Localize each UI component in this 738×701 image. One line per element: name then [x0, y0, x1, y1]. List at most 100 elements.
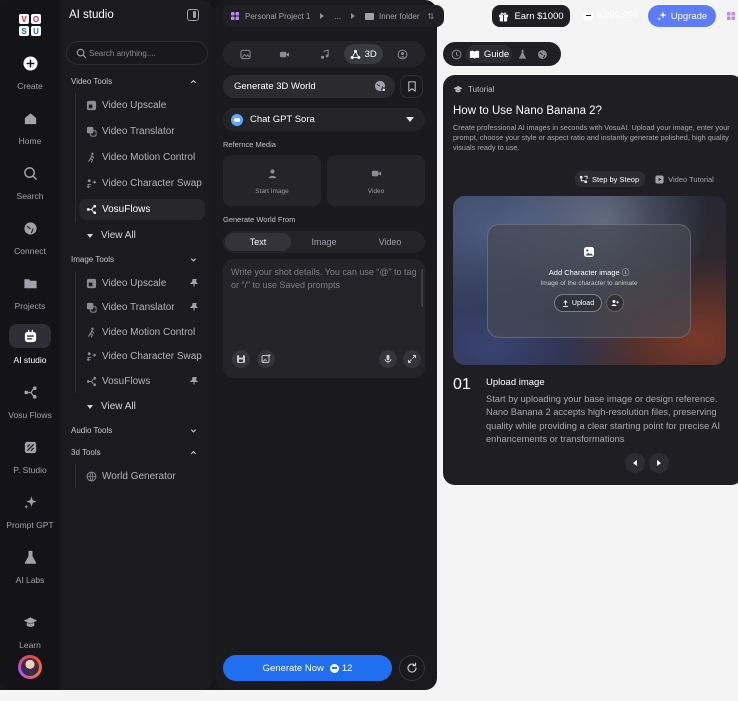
section-3d-tools[interactable]: 3d Tools [71, 448, 198, 457]
chevron-right-icon [320, 13, 325, 19]
step-description: Start by uploading your base image or de… [486, 394, 721, 444]
sort-arrows-icon[interactable]: ⇅ [428, 12, 435, 21]
rail-item-learn[interactable]: Learn [0, 611, 60, 650]
prompt-scrollbar[interactable] [421, 269, 423, 307]
rail-item-connect[interactable]: Connect [0, 217, 60, 256]
sidebar-collapse-icon[interactable] [187, 9, 199, 21]
model-select[interactable]: Chat GPT Sora [223, 108, 425, 131]
bookmark-button[interactable] [400, 75, 423, 98]
expand-button[interactable] [403, 350, 421, 368]
section-video-tools[interactable]: Video Tools [71, 77, 198, 86]
flows-icon [86, 204, 96, 215]
rail-item-home[interactable]: Home [0, 107, 60, 146]
section-audio-tools[interactable]: Audio Tools [71, 426, 198, 435]
upload-icon [562, 299, 569, 307]
search-icon [23, 166, 37, 180]
rail-item-p-studio[interactable]: P. Studio [0, 436, 60, 475]
video-camera-icon [280, 51, 290, 57]
pin-icon[interactable] [190, 279, 198, 287]
menu-item-image-motion-control[interactable]: Video Motion Control [79, 322, 205, 343]
step-by-step-label: Step by Steop [592, 174, 640, 184]
breadcrumb-folder[interactable]: Inner folder [379, 12, 419, 21]
rail-item-ai-labs[interactable]: AI Labs [0, 546, 60, 585]
character-swap-icon [86, 179, 96, 189]
menu-item-world-generator[interactable]: World Generator [79, 466, 205, 487]
model-label: Chat GPT Sora [250, 114, 315, 125]
breadcrumb-ellipsis[interactable]: ... [334, 12, 341, 21]
breadcrumb-project[interactable]: Personal Project 1 [245, 12, 310, 21]
rail-item-prompt-gpt[interactable]: Prompt GPT [0, 491, 60, 530]
upscale-icon [86, 278, 96, 289]
rail-label: AI studio [13, 355, 47, 365]
tab-labs[interactable] [512, 45, 532, 63]
saved-prompts-button[interactable] [232, 350, 250, 368]
caret-down-icon [87, 404, 93, 409]
svg-text:U: U [33, 27, 39, 36]
music-note-icon [320, 49, 329, 59]
previous-step-button[interactable] [625, 453, 645, 473]
tab-3d[interactable]: 3D [343, 44, 383, 64]
menu-item-video-character-swap[interactable]: Video Character Swap [79, 173, 205, 194]
tutorial-description: Create professional AI images in seconds… [453, 123, 730, 152]
step-by-step-button[interactable]: Step by Steop [575, 171, 646, 187]
rail-item-ai-studio[interactable]: AI studio [0, 324, 60, 365]
video-tutorial-button[interactable]: Video Tutorial [655, 175, 714, 184]
tab-image-source[interactable]: Image [291, 233, 357, 251]
upgrade-button[interactable]: Upgrade [648, 5, 716, 27]
prompt-textarea[interactable] [231, 266, 417, 306]
user-circle-icon [397, 49, 408, 59]
tab-image[interactable] [226, 44, 265, 64]
view-all-video-tools[interactable]: View All [87, 230, 136, 241]
project-icon[interactable] [727, 12, 735, 20]
section-image-tools[interactable]: Image Tools [71, 255, 198, 264]
video-tutorial-label: Video Tutorial [668, 174, 714, 184]
menu-item-image-translator[interactable]: Video Translator [79, 297, 205, 318]
generate-3d-world-select[interactable]: Generate 3D World [223, 75, 395, 98]
search-box[interactable] [66, 41, 208, 65]
pin-icon[interactable] [190, 303, 198, 311]
pin-icon[interactable] [190, 377, 198, 385]
menu-item-image-upscale[interactable]: Video Upscale [79, 273, 205, 294]
rail-item-create[interactable]: Create [0, 52, 60, 91]
vosu-logo[interactable]: V O S U [18, 13, 42, 37]
tab-history[interactable] [446, 45, 466, 63]
rail-label: Vosu Flows [8, 410, 52, 420]
avatar[interactable] [18, 655, 42, 679]
search-input[interactable] [89, 46, 204, 61]
add-image-button[interactable] [257, 350, 275, 368]
choose-character-button[interactable] [606, 294, 624, 312]
tab-community[interactable] [532, 45, 552, 63]
earn-button[interactable]: Earn $1000 [492, 5, 570, 27]
folder-icon [365, 12, 375, 20]
prompt-box [223, 259, 425, 378]
tab-guide[interactable]: Guide [466, 45, 512, 63]
menu-item-video-motion-control[interactable]: Video Motion Control [79, 147, 205, 168]
view-all-image-tools[interactable]: View All [87, 401, 136, 412]
tab-video[interactable] [265, 44, 304, 64]
upgrade-label: Upgrade [670, 10, 708, 22]
tab-audio[interactable] [304, 44, 343, 64]
upload-button[interactable]: Upload [554, 294, 602, 312]
menu-item-image-character-swap[interactable]: Video Character Swap [79, 346, 205, 367]
rail-item-vosu-flows[interactable]: Vosu Flows [0, 381, 60, 420]
next-step-button[interactable] [649, 453, 669, 473]
start-image-dropzone[interactable]: Start Image [223, 155, 321, 206]
tab-video-source[interactable]: Video [357, 233, 423, 251]
refresh-button[interactable] [399, 655, 425, 681]
image-plus-icon [261, 354, 271, 363]
tab-avatar[interactable] [383, 44, 422, 64]
generate-now-button[interactable]: Generate Now 12 [223, 655, 392, 681]
voice-input-button[interactable] [379, 350, 397, 368]
menu-item-image-vosuflows[interactable]: VosuFlows [79, 371, 205, 392]
menu-item-label: Video Character Swap [102, 351, 202, 362]
running-figure-icon [87, 152, 94, 163]
menu-item-video-translator[interactable]: Video Translator [79, 121, 205, 142]
video-dropzone[interactable]: Video [327, 155, 425, 206]
rail-item-search[interactable]: Search [0, 162, 60, 201]
rail-label: Prompt GPT [6, 520, 54, 530]
tab-text[interactable]: Text [225, 233, 291, 251]
menu-item-video-upscale[interactable]: Video Upscale [79, 95, 205, 116]
menu-item-vosuflows[interactable]: VosuFlows [79, 199, 205, 220]
menu-item-label: Video Motion Control [102, 152, 196, 163]
rail-item-projects[interactable]: Projects [0, 272, 60, 311]
